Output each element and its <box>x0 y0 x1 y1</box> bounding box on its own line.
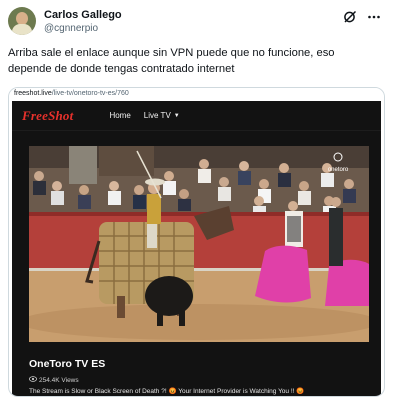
nav-home[interactable]: Home <box>109 111 130 120</box>
card-url[interactable]: freeshot.live/live-tv/onetoro-tv-es/760 <box>9 88 384 101</box>
card-path: /live-tv/onetoro-tv-es/760 <box>51 90 129 97</box>
nav-home-label: Home <box>109 111 131 120</box>
site-nav: FreeShot Home Live TV ▼ <box>12 101 381 131</box>
more-icon[interactable] <box>367 10 381 24</box>
video-player[interactable]: onetoro <box>29 146 369 342</box>
nav-live-tv-label: Live TV <box>143 111 171 120</box>
grok-icon[interactable] <box>343 10 357 24</box>
site-logo[interactable]: FreeShot <box>22 108 73 124</box>
video-title: OneToro TV ES <box>29 358 106 370</box>
author-name[interactable]: Carlos Gallego <box>44 9 343 22</box>
chevron-down-icon: ▼ <box>173 112 180 119</box>
video-frame: onetoro <box>29 146 369 342</box>
video-info: OneToro TV ES 254.4K Views The Stream is… <box>29 358 373 395</box>
views-count: 254.4K Views <box>39 376 79 384</box>
eye-icon <box>29 376 37 384</box>
nav-live-tv[interactable]: Live TV ▼ <box>144 111 180 120</box>
site-screenshot: FreeShot Home Live TV ▼ onetoro OneToro … <box>12 101 381 396</box>
watermark-text: onetoro <box>328 167 349 173</box>
avatar[interactable] <box>8 7 36 35</box>
link-card[interactable]: freeshot.live/live-tv/onetoro-tv-es/760 … <box>8 87 385 397</box>
card-domain: freeshot.live <box>14 90 52 97</box>
author-handle[interactable]: @cgnnerpio <box>44 22 343 35</box>
author-info: Carlos Gallego @cgnnerpio <box>44 6 343 35</box>
tweet-header: Carlos Gallego @cgnnerpio <box>8 6 385 40</box>
tweet-text: Arriba sale el enlace aunque sin VPN pue… <box>8 47 335 75</box>
stream-notice[interactable]: The Stream is Slow or Black Screen of De… <box>29 387 373 395</box>
tweet: Carlos Gallego @cgnnerpio Arriba sale el… <box>0 0 393 400</box>
views-row: 254.4K Views <box>29 376 373 384</box>
tweet-actions <box>343 6 385 24</box>
